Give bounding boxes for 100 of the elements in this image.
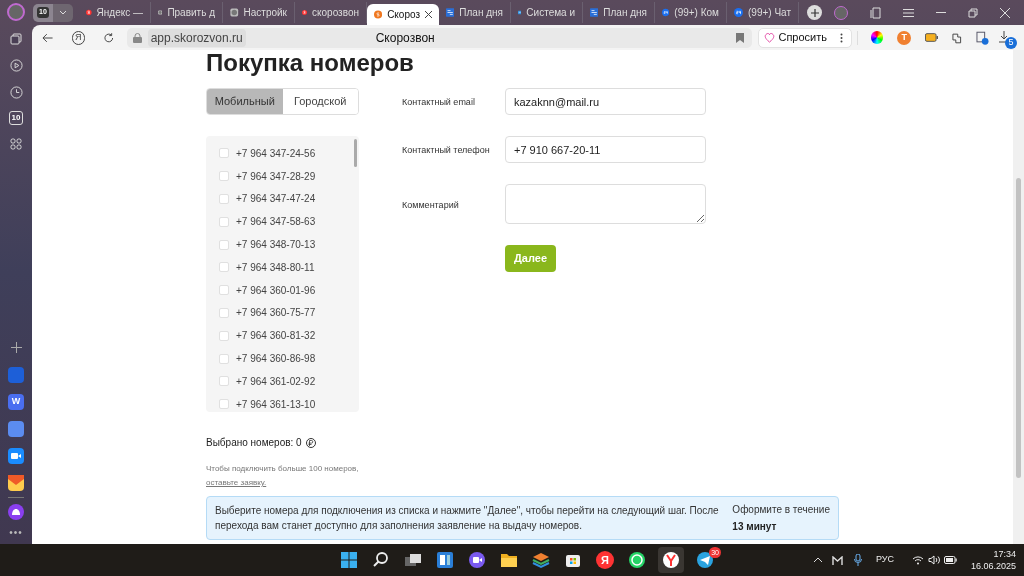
extension-icon[interactable] [951,31,963,44]
battery-icon[interactable] [924,33,939,42]
video-call-icon[interactable] [468,551,486,569]
number-checkbox[interactable] [219,262,229,273]
kebab-menu-icon[interactable] [840,32,843,43]
browser-tab[interactable]: Скороз [367,3,439,25]
new-tab-button[interactable] [807,5,822,20]
number-checkbox[interactable] [219,148,229,159]
mail-icon[interactable] [8,475,24,491]
windows-start-icon[interactable] [340,551,358,569]
browser-tab[interactable]: План дня [583,2,655,23]
battery-status-icon[interactable] [943,556,957,564]
address-bar[interactable]: app.skorozvon.ru Скорозвон [126,27,753,48]
tabs-icon[interactable] [10,33,22,45]
number-checkbox[interactable] [219,171,229,182]
reload-icon[interactable] [103,31,115,44]
phone-number: +7 964 347-58-63 [236,215,316,230]
round-logo-icon [662,7,670,18]
add-icon[interactable] [10,342,22,353]
phone-number: +7 964 360-86-98 [236,352,316,367]
sparkle-heart-icon [764,32,776,43]
more-button[interactable]: ••• [9,528,23,538]
search-icon[interactable] [372,551,390,569]
url-text: app.skorozvon.ru [147,28,246,47]
phone-number: +7 964 347-24-56 [236,146,316,161]
number-type-tab[interactable]: Мобильный [207,89,283,114]
number-checkbox[interactable] [219,376,229,387]
close-icon[interactable] [1000,7,1010,18]
browser-tab[interactable]: План дня [439,2,511,23]
phone-number: +7 964 361-02-92 [236,374,316,389]
s-logo-icon [374,8,383,20]
number-checkbox[interactable] [219,353,229,364]
layers-icon[interactable] [532,551,550,569]
browser-tab[interactable]: Править д [151,2,223,23]
number-checkbox[interactable] [219,194,229,204]
phone-number: +7 964 360-75-77 [236,306,316,321]
field-label: Контактный email [402,96,476,109]
back-arrow-icon[interactable] [42,31,54,44]
wifi-icon[interactable] [911,555,924,565]
clock-icon[interactable] [9,86,23,99]
bookmark-icon[interactable] [736,32,745,43]
assistant-icon[interactable] [8,504,24,520]
browser-tab[interactable]: Яндекс — [79,2,151,23]
downloads-badge: 5 [1005,36,1017,49]
play-icon[interactable] [9,59,23,72]
field-label: Комментарий [402,199,460,212]
phone-number: +7 964 360-01-96 [236,283,316,298]
clock-date[interactable]: 16.06.2025 [970,560,1016,572]
sidebar-counter[interactable]: 10 [9,111,23,125]
browser-tab[interactable]: (99+) Ком [655,2,727,23]
video-camera-icon[interactable] [8,448,24,464]
download-icon[interactable] [998,30,1009,43]
clock-time[interactable]: 17:34 [993,548,1016,560]
yandex-icon [86,7,92,18]
browser-app-icon[interactable] [658,547,684,573]
page-heading: Покупка номеров [206,49,415,77]
page-scrollbar[interactable] [1013,50,1024,544]
plus-icon [810,8,819,17]
browser-tab[interactable]: (99+) Чат [727,2,799,23]
collections-icon[interactable] [870,6,881,19]
menu-icon[interactable] [903,8,914,17]
restore-icon[interactable] [968,7,978,18]
number-checkbox[interactable] [219,399,229,410]
browser-tab[interactable]: Система и [511,2,583,23]
page-title: Скорозвон [375,29,435,47]
note-text: Чтобы подключить больше 100 номеров, [206,463,360,475]
request-link[interactable]: оставьте заявку. [206,477,267,489]
text-input-field[interactable]: kazaknn@mail.ru [505,88,706,115]
round-logo-icon [734,7,743,18]
phone-number: +7 964 348-70-13 [236,238,316,253]
folder-icon[interactable] [500,551,518,569]
info-text: Выберите номера для подключения из списка и нажмите "Далее", чтобы перейти на следующий шаг. После перехода вам станет доступно для заполнения заявление на выдачу номеров. [215,504,720,533]
language-indicator[interactable]: РУС [875,553,894,567]
phone-number: +7 964 347-47-24 [236,192,316,207]
word-app-icon[interactable]: W [8,394,24,410]
apps-grid-icon[interactable] [10,138,22,150]
task-view-icon[interactable] [404,551,422,569]
number-checkbox[interactable] [219,239,229,250]
color-wheel-icon[interactable] [870,31,884,44]
number-checkbox[interactable] [219,307,229,318]
profile-avatar[interactable] [7,3,25,21]
number-checkbox[interactable] [219,285,229,296]
scrollbar-thumb[interactable] [354,139,357,167]
chat-app-icon[interactable] [628,551,646,569]
close-tab-icon[interactable] [425,10,432,18]
browser-tab[interactable]: Настройк [223,2,295,23]
number-checkbox[interactable] [219,330,229,341]
text-input-field[interactable]: +7 910 667-20-11 [505,136,706,163]
phone-number: +7 964 361-13-10 [236,397,316,412]
phone-number: +7 964 347-28-29 [236,169,316,184]
microphone-icon[interactable] [853,554,862,566]
volume-icon[interactable] [927,555,940,565]
lock-icon [132,32,142,43]
chevron-up-icon[interactable] [812,557,823,563]
field-label: Контактный телефон [402,144,491,157]
comment-field[interactable] [505,184,706,224]
number-checkbox[interactable] [219,216,229,227]
widgets-icon[interactable] [436,551,454,569]
yandex-app-button[interactable]: Я [596,551,614,569]
chevron-down-icon [59,10,67,15]
